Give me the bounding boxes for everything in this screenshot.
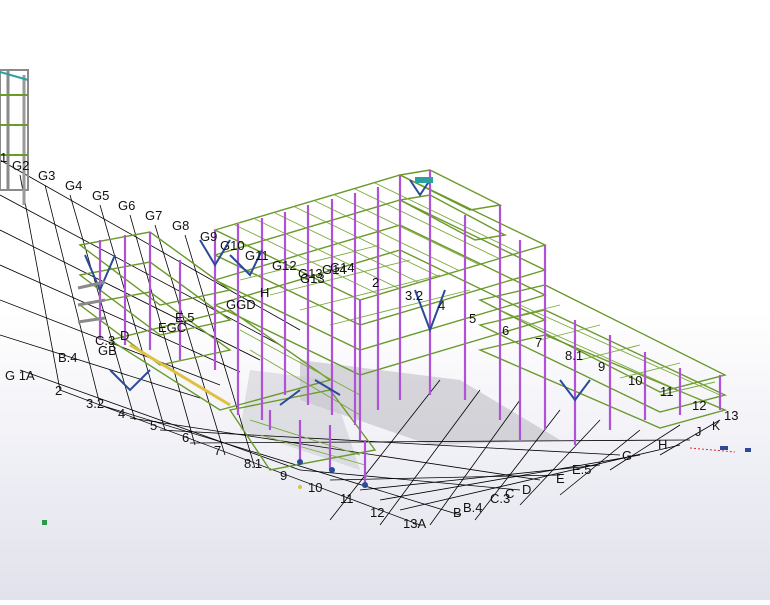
svg-text:G7: G7 [145,208,162,223]
svg-text:G3: G3 [38,168,55,183]
svg-text:9: 9 [598,359,605,374]
svg-text:5: 5 [469,311,476,326]
svg-text:G10: G10 [220,238,245,253]
svg-text:D: D [120,328,129,343]
svg-text:13: 13 [724,408,738,423]
svg-text:H: H [658,437,667,452]
svg-text:C: C [505,486,514,501]
svg-text:G13: G13 [300,271,325,286]
right-markers [689,446,751,453]
svg-text:6: 6 [502,323,509,338]
svg-text:G4: G4 [65,178,82,193]
svg-text:G14: G14 [330,260,355,275]
svg-text:GGD: GGD [226,297,256,312]
svg-text:5: 5 [150,418,157,433]
svg-text:G: G [622,448,632,463]
svg-text:11: 11 [340,491,354,506]
structural-model-view: 1 G2 G3 G4 G5 G6 G7 G8 G9 G10 G11 G12 G1… [0,69,751,531]
svg-text:9: 9 [280,468,287,483]
left-tower [0,69,29,205]
svg-text:13A: 13A [403,516,426,531]
svg-text:10: 10 [308,480,322,495]
svg-text:G12: G12 [272,258,297,273]
svg-text:H: H [260,285,269,300]
svg-text:C.3: C.3 [95,333,115,348]
svg-text:G 1A: G 1A [5,368,35,383]
svg-text:7: 7 [535,335,542,350]
svg-text:3.2: 3.2 [86,396,104,411]
svg-text:8.1: 8.1 [244,456,262,471]
svg-text:7: 7 [214,443,221,458]
svg-text:G9: G9 [200,229,217,244]
svg-text:4: 4 [438,298,445,313]
svg-text:B.4: B.4 [463,500,483,515]
g-series-labels: 1 G2 G3 G4 G5 G6 G7 G8 G9 G10 G11 G12 G1… [0,150,347,281]
svg-text:11: 11 [660,384,674,399]
svg-text:12: 12 [370,505,384,520]
svg-text:G2: G2 [12,158,29,173]
svg-text:B: B [453,505,462,520]
svg-text:G6: G6 [118,198,135,213]
svg-text:2: 2 [55,383,62,398]
svg-text:4: 4 [118,406,125,421]
svg-text:2: 2 [372,275,379,290]
svg-text:G11: G11 [245,248,269,263]
svg-text:K: K [712,419,720,433]
svg-text:E: E [556,471,565,486]
svg-text:8.1: 8.1 [565,348,583,363]
svg-text:1: 1 [0,150,7,165]
svg-text:B.4: B.4 [58,350,78,365]
svg-text:G5: G5 [92,188,109,203]
svg-text:E.5: E.5 [572,462,592,477]
svg-text:12: 12 [692,398,706,413]
svg-text:3.2: 3.2 [405,288,423,303]
3d-model-viewport[interactable]: 1 G2 G3 G4 G5 G6 G7 G8 G9 G10 G11 G12 G1… [0,0,770,600]
svg-text:J: J [695,424,702,439]
svg-text:E.5: E.5 [175,310,195,325]
svg-text:6: 6 [182,430,189,445]
svg-text:D: D [522,482,531,497]
svg-text:10: 10 [628,373,642,388]
svg-text:G8: G8 [172,218,189,233]
